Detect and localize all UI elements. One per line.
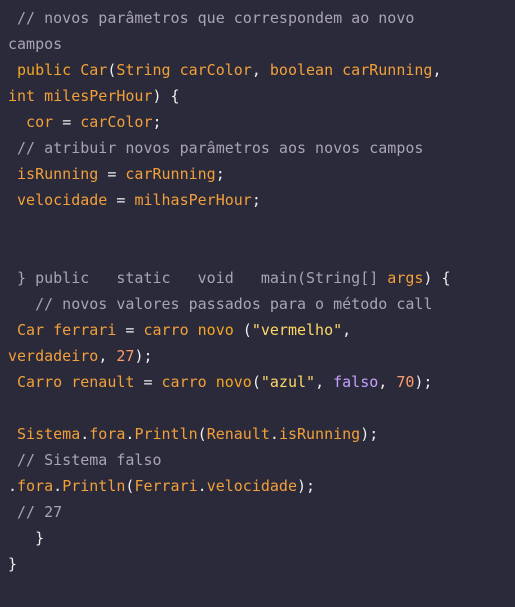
code-token-punct: , bbox=[98, 347, 117, 365]
code-token-ident: Sistema bbox=[8, 425, 81, 443]
code-token-ident: Car bbox=[80, 61, 108, 79]
code-token-punct: . bbox=[8, 477, 18, 495]
code-token-ident: isRunning bbox=[278, 425, 361, 443]
code-token-punct: ( bbox=[197, 425, 207, 443]
code-token-punct: } bbox=[8, 529, 45, 547]
code-token-ident: carRunning bbox=[125, 165, 216, 183]
code-token-keyword: public bbox=[8, 61, 81, 79]
code-token-comment: // Sistema falso bbox=[8, 451, 162, 469]
code-line: Car ferrari = carro novo ("vermelho", bbox=[8, 317, 515, 343]
code-line: } bbox=[8, 525, 515, 551]
code-token-comment: } public static void main(String[] bbox=[8, 269, 388, 287]
code-token-punct: = bbox=[143, 373, 162, 391]
code-token-punct: ; bbox=[215, 165, 225, 183]
code-token-punct: ); bbox=[297, 477, 316, 495]
code-block: // novos parâmetros que correspondem ao … bbox=[0, 0, 515, 607]
code-token-comment: // novos valores passados para o método … bbox=[8, 295, 433, 313]
code-token-ident: String carColor bbox=[116, 61, 252, 79]
code-token-comment: campos bbox=[8, 35, 63, 53]
code-token-punct: ); bbox=[134, 347, 153, 365]
code-token-ident: Println bbox=[62, 477, 126, 495]
code-token-ident: velocidade bbox=[8, 191, 117, 209]
code-token-ident: verdadeiro bbox=[8, 347, 99, 365]
code-token-punct: . bbox=[53, 477, 63, 495]
code-line: .fora.Println(Ferrari.velocidade); bbox=[8, 473, 515, 499]
code-token-number: 70 bbox=[396, 373, 415, 391]
code-token-ident: cor bbox=[8, 113, 63, 131]
code-line: Carro renault = carro novo("azul", falso… bbox=[8, 369, 515, 395]
code-token-punct: , bbox=[378, 373, 397, 391]
code-token-ident: carColor bbox=[80, 113, 153, 131]
code-token-punct: ( bbox=[233, 321, 252, 339]
code-token-ident: boolean carRunning bbox=[269, 61, 433, 79]
code-token-punct: } bbox=[8, 555, 18, 573]
code-token-punct: . bbox=[80, 425, 90, 443]
code-token-punct: , bbox=[432, 61, 442, 79]
code-token-punct: = bbox=[125, 321, 144, 339]
code-token-string: "azul" bbox=[260, 373, 316, 391]
code-line: int milesPerHour) { bbox=[8, 83, 515, 109]
code-token-ident2: falso bbox=[333, 373, 379, 391]
code-token-punct: , bbox=[342, 321, 352, 339]
code-token-ident: Car ferrari bbox=[8, 321, 126, 339]
code-token-ident: Ferrari bbox=[134, 477, 198, 495]
code-token-ident: int milesPerHour bbox=[8, 87, 153, 105]
code-line: verdadeiro, 27); bbox=[8, 343, 515, 369]
code-line: } public static void main(String[] args)… bbox=[8, 265, 515, 291]
code-token-keyword: novo bbox=[215, 373, 252, 391]
code-line: // novos valores passados para o método … bbox=[8, 291, 515, 317]
code-line: campos bbox=[8, 31, 515, 57]
code-token-punct: ; bbox=[251, 191, 261, 209]
code-token-ident: milhasPerHour bbox=[134, 191, 252, 209]
code-line: velocidade = milhasPerHour; bbox=[8, 187, 515, 213]
code-token-punct: . bbox=[197, 477, 207, 495]
code-token-comment: // 27 bbox=[8, 503, 63, 521]
code-token-punct: ) { bbox=[152, 87, 180, 105]
code-token-ident: Carro renault bbox=[8, 373, 144, 391]
code-token-punct: ) { bbox=[423, 269, 451, 287]
code-token-ident: velocidade bbox=[206, 477, 297, 495]
code-token-punct: ); bbox=[414, 373, 433, 391]
code-token-punct: = bbox=[62, 113, 81, 131]
code-token-keyword: novo bbox=[197, 321, 234, 339]
code-token-punct: , bbox=[315, 373, 334, 391]
code-token-comment: // atribuir novos parâmetros aos novos c… bbox=[8, 139, 424, 157]
code-line: } bbox=[8, 551, 515, 577]
code-token-ident: isRunning bbox=[8, 165, 108, 183]
code-token-ident: carro bbox=[143, 321, 198, 339]
code-token-ident: Renault bbox=[206, 425, 270, 443]
code-token-punct: = bbox=[116, 191, 135, 209]
code-line: // Sistema falso bbox=[8, 447, 515, 473]
code-line: Sistema.fora.Println(Renault.isRunning); bbox=[8, 421, 515, 447]
code-token-punct: , bbox=[251, 61, 270, 79]
code-token-string: "vermelho" bbox=[251, 321, 343, 339]
code-token-ident: args bbox=[387, 269, 424, 287]
code-line: isRunning = carRunning; bbox=[8, 161, 515, 187]
code-token-punct: ); bbox=[360, 425, 379, 443]
code-token-punct: ( bbox=[251, 373, 261, 391]
code-token-number: 27 bbox=[116, 347, 135, 365]
code-token-ident: carro bbox=[161, 373, 216, 391]
code-line: // 27 bbox=[8, 499, 515, 525]
code-token-ident: fora bbox=[17, 477, 54, 495]
code-line: cor = carColor; bbox=[8, 109, 515, 135]
code-line: // atribuir novos parâmetros aos novos c… bbox=[8, 135, 515, 161]
code-token-ident: Println bbox=[134, 425, 198, 443]
code-token-comment: // novos parâmetros que correspondem ao … bbox=[8, 9, 415, 27]
code-token-punct: . bbox=[269, 425, 279, 443]
code-token-ident: fora bbox=[89, 425, 126, 443]
code-line: public Car(String carColor, boolean carR… bbox=[8, 57, 515, 83]
code-token-punct: ; bbox=[152, 113, 162, 131]
code-line: // novos parâmetros que correspondem ao … bbox=[8, 5, 515, 31]
code-token-punct: = bbox=[107, 165, 126, 183]
